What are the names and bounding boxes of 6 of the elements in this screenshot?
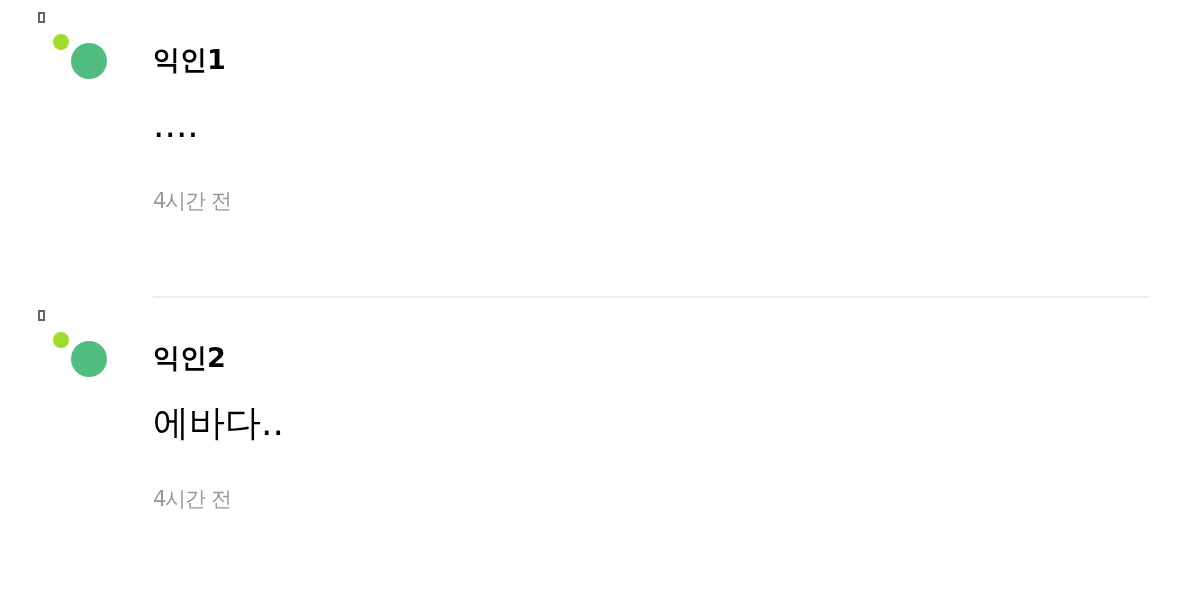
timestamp: 4시간 전 — [153, 189, 232, 214]
author-name: 익인2 — [153, 342, 227, 375]
comment-text: .... — [153, 102, 199, 146]
author-name: 익인1 — [153, 44, 227, 77]
timestamp: 4시간 전 — [153, 487, 232, 512]
comment-text: 에바다.. — [153, 400, 284, 444]
